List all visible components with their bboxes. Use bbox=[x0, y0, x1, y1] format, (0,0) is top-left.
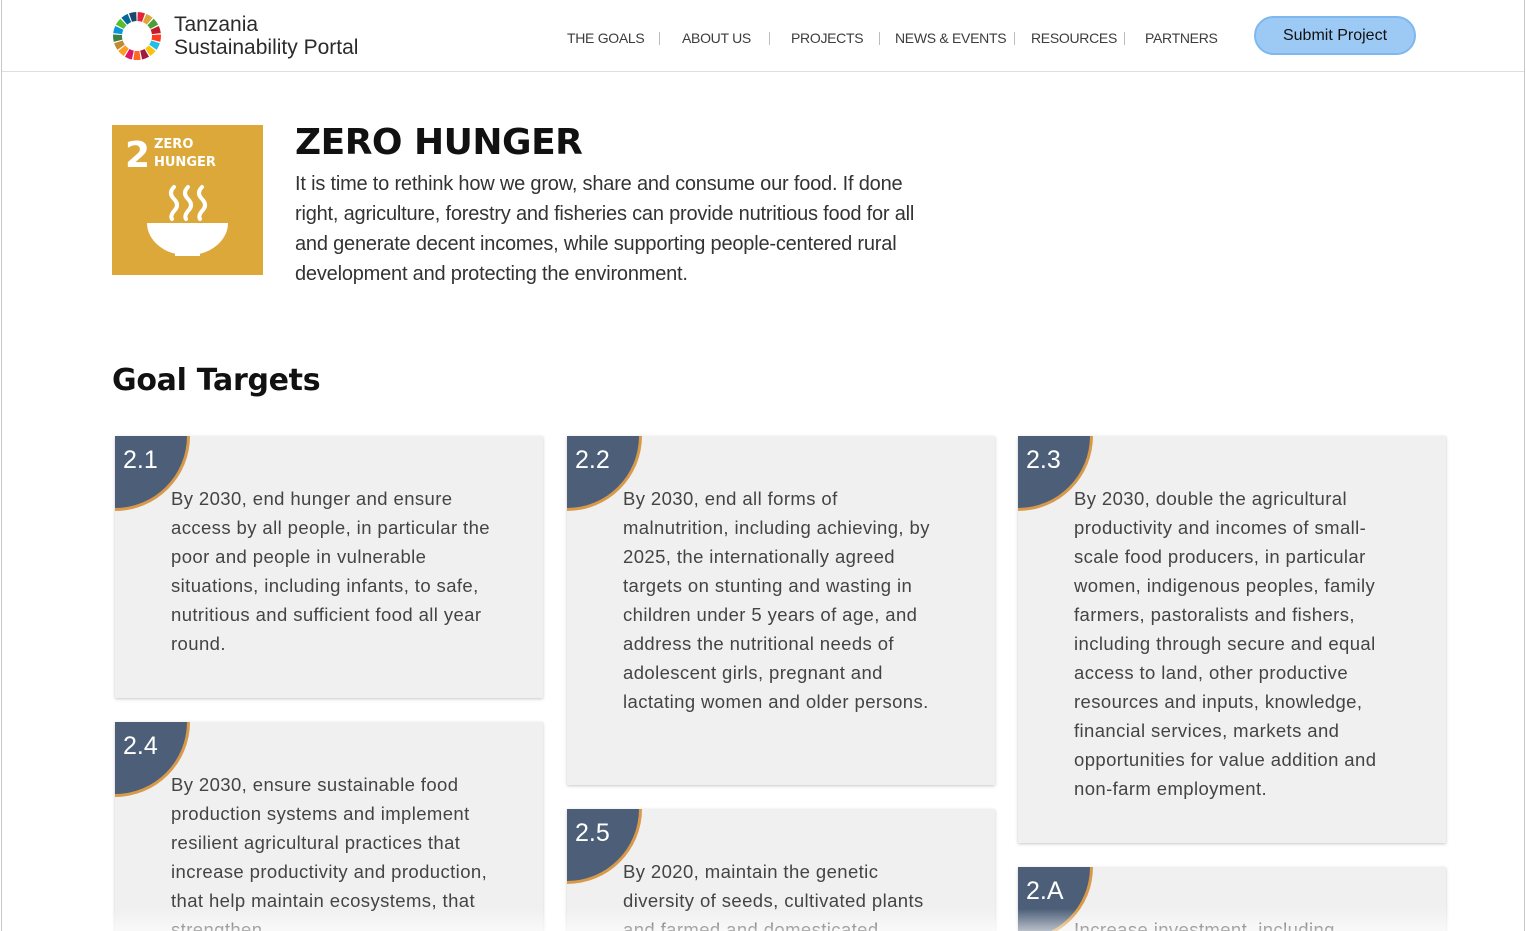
nav-divider bbox=[1124, 32, 1125, 45]
brand-line-2: Sustainability Portal bbox=[174, 36, 359, 59]
site-header: Tanzania Sustainability Portal THE GOALS… bbox=[2, 0, 1524, 72]
nav-resources[interactable]: RESOURCES bbox=[1031, 28, 1117, 48]
nav-divider bbox=[879, 32, 880, 45]
target-text: By 2020, maintain the genetic diversity … bbox=[623, 861, 924, 931]
nav-divider bbox=[659, 32, 660, 45]
target-card: 2.A Increase investment, including bbox=[1018, 867, 1446, 931]
target-number: 2.3 bbox=[1026, 446, 1061, 474]
goal-2-tile: 2 ZERO HUNGER bbox=[112, 125, 263, 275]
logo-segment bbox=[133, 50, 141, 60]
target-number: 2.1 bbox=[123, 446, 158, 474]
target-card: 2.4 By 2030, ensure sustainable food pro… bbox=[115, 722, 543, 931]
goal-number: 2 bbox=[125, 135, 150, 176]
goal-targets-heading: Goal Targets bbox=[112, 363, 321, 398]
tile-label-line-2: HUNGER bbox=[154, 155, 216, 170]
target-card: 2.5 By 2020, maintain the genetic divers… bbox=[567, 809, 995, 931]
target-text: By 2030, end hunger and ensure access by… bbox=[171, 488, 490, 654]
nav-partners[interactable]: PARTNERS bbox=[1145, 28, 1218, 48]
nav-divider bbox=[769, 32, 770, 45]
brand-name[interactable]: Tanzania Sustainability Portal bbox=[174, 13, 358, 59]
nav-news-events[interactable]: NEWS & EVENTS bbox=[895, 28, 1007, 48]
target-text: Increase investment, including bbox=[1074, 919, 1335, 931]
target-card: 2.3 By 2030, double the agricultural pro… bbox=[1018, 436, 1446, 843]
target-text: By 2030, end all forms of malnutrition, … bbox=[623, 488, 930, 712]
goal-description: It is time to rethink how we grow, share… bbox=[295, 173, 915, 285]
target-text: By 2030, ensure sustainable food product… bbox=[171, 774, 488, 931]
sdg-wheel-logo[interactable] bbox=[112, 11, 162, 61]
logo-segment bbox=[151, 34, 161, 42]
tile-label-line-1: ZERO bbox=[154, 137, 193, 152]
target-card: 2.1 By 2030, end hunger and ensure acces… bbox=[115, 436, 543, 698]
nav-about-us[interactable]: ABOUT US bbox=[682, 28, 751, 48]
browser-page: Tanzania Sustainability Portal THE GOALS… bbox=[1, 0, 1525, 931]
logo-segment bbox=[113, 34, 123, 42]
submit-project-button[interactable]: Submit Project bbox=[1254, 16, 1416, 55]
target-text: By 2030, double the agricultural product… bbox=[1074, 488, 1377, 799]
nav-the-goals[interactable]: THE GOALS bbox=[567, 28, 645, 48]
nav-projects[interactable]: PROJECTS bbox=[791, 28, 864, 48]
target-number: 2.4 bbox=[123, 732, 158, 760]
target-number: 2.A bbox=[1026, 877, 1064, 905]
bowl-icon: 2 ZERO HUNGER bbox=[125, 135, 228, 256]
brand-line-1: Tanzania bbox=[174, 13, 259, 36]
goal-title: ZERO HUNGER bbox=[295, 122, 583, 163]
target-number: 2.2 bbox=[575, 446, 610, 474]
target-number: 2.5 bbox=[575, 819, 610, 847]
target-card: 2.2 By 2030, end all forms of malnutriti… bbox=[567, 436, 995, 785]
nav-divider bbox=[1014, 32, 1015, 45]
